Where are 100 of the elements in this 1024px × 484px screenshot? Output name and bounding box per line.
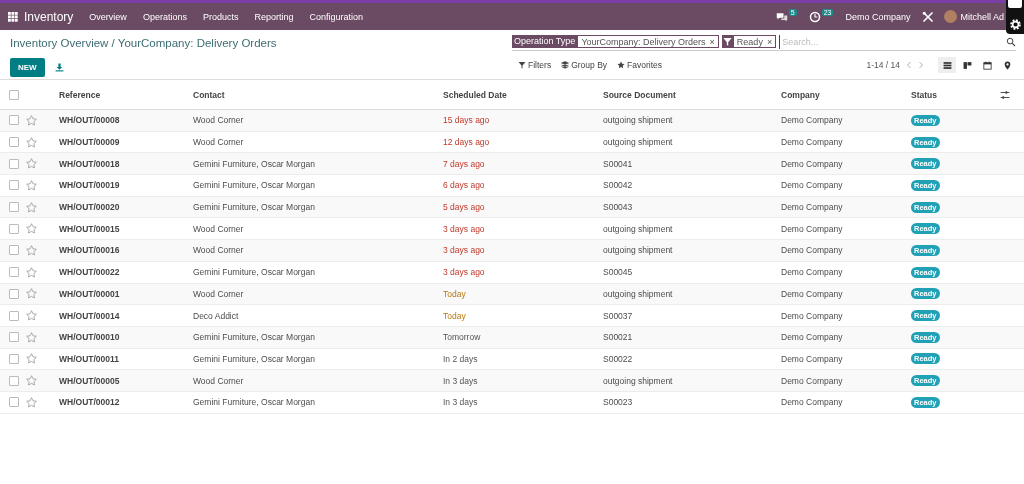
download-icon[interactable]: [54, 63, 64, 72]
table-cell-text: Gemini Furniture, Oscar Morgan: [193, 202, 316, 213]
row-checkbox[interactable]: [9, 267, 19, 278]
table-cell-text: outgoing shipment: [603, 137, 674, 148]
search-facet[interactable]: YourCompany: Delivery Orders ×: [577, 35, 719, 48]
floating-widget[interactable]: [1006, 0, 1024, 34]
menu-item[interactable]: Products: [202, 11, 239, 22]
column-settings-icon[interactable]: [1000, 89, 1010, 100]
table-cell-text: WH/OUT/00011: [59, 353, 120, 364]
table-cell-text: S00043: [603, 202, 634, 213]
table-cell-text: outgoing shipment: [603, 245, 674, 256]
star-icon[interactable]: [26, 331, 37, 343]
kanban-icon: [962, 60, 972, 70]
column-header[interactable]: Status: [911, 89, 1000, 100]
remove-facet-button[interactable]: ×: [709, 36, 715, 47]
table-cell-text: outgoing shipment: [603, 375, 674, 386]
table-cell-text: S00042: [603, 180, 634, 191]
column-header[interactable]: Contact: [193, 89, 443, 100]
table-cell-text: WH/OUT/00014: [59, 310, 121, 321]
table-cell-text: Deco Addict: [193, 310, 240, 321]
table-cell-text: Gemini Furniture, Oscar Morgan: [193, 397, 316, 408]
view-switch-button[interactable]: [938, 57, 956, 73]
star-icon[interactable]: [26, 266, 37, 278]
table-cell-text: Demo Company: [781, 137, 844, 148]
app-name[interactable]: Inventory: [24, 9, 74, 24]
company-switcher[interactable]: Demo Company: [845, 11, 911, 22]
row-checkbox[interactable]: [9, 375, 19, 386]
list-icon: [942, 60, 952, 70]
table-cell-text: outgoing shipment: [603, 115, 674, 126]
column-header[interactable]: Company: [781, 89, 911, 100]
tools-icon[interactable]: [922, 10, 935, 23]
row-checkbox[interactable]: [9, 115, 19, 126]
row-checkbox[interactable]: [9, 223, 19, 234]
apps-menu-icon[interactable]: [8, 11, 18, 22]
previous-icon[interactable]: [906, 61, 912, 69]
menu-item[interactable]: Configuration: [309, 11, 363, 22]
toolbar-filters-button[interactable]: Filters: [518, 60, 552, 70]
star-icon[interactable]: [26, 179, 37, 191]
table-cell-text: outgoing shipment: [603, 288, 674, 299]
star-icon[interactable]: [26, 201, 37, 213]
table-cell-text: S00037: [603, 310, 634, 321]
facet-value: YourCompany: Delivery Orders: [581, 36, 706, 47]
menu-item[interactable]: Overview: [89, 11, 127, 22]
table-cell: 3 days ago: [443, 245, 485, 256]
row-checkbox[interactable]: [9, 202, 19, 213]
table-cell-text: Gemini Furniture, Oscar Morgan: [193, 353, 316, 364]
table-cell-text: Demo Company: [781, 310, 844, 321]
user-avatar[interactable]: [944, 10, 958, 23]
column-header[interactable]: Source Document: [603, 89, 781, 100]
table-cell-text: WH/OUT/00022: [59, 267, 121, 278]
star-icon[interactable]: [26, 353, 37, 365]
breadcrumb[interactable]: Inventory Overview / YourCompany: Delivery Orders: [10, 37, 277, 49]
column-header[interactable]: Scheduled Date: [443, 89, 603, 100]
table-cell: In 3 days: [443, 397, 478, 408]
remove-facet-button[interactable]: ×: [766, 36, 773, 47]
new-button[interactable]: NEW: [10, 58, 45, 77]
star-icon[interactable]: [26, 136, 37, 148]
row-checkbox[interactable]: [9, 288, 19, 299]
star-icon: [617, 61, 626, 69]
table-cell: 6 days ago: [443, 180, 485, 191]
clock-icon[interactable]: [808, 10, 821, 23]
user-name[interactable]: Mitchell Ad: [960, 11, 1004, 22]
pager-value[interactable]: 1-14 / 14: [866, 60, 900, 70]
map-pin-icon: [1002, 60, 1012, 70]
next-icon[interactable]: [918, 61, 924, 69]
search-icon[interactable]: [1006, 36, 1016, 47]
row-checkbox[interactable]: [9, 180, 19, 191]
row-checkbox[interactable]: [9, 245, 19, 256]
table-cell: 3 days ago: [443, 267, 485, 278]
row-checkbox[interactable]: [9, 332, 19, 343]
star-icon[interactable]: [26, 310, 37, 322]
star-icon[interactable]: [26, 223, 37, 235]
star-icon[interactable]: [26, 396, 37, 408]
table-cell: 7 days ago: [443, 158, 485, 169]
filter-icon: [518, 61, 526, 69]
toolbar-favorites-button[interactable]: Favorites: [617, 60, 662, 70]
star-icon[interactable]: [26, 158, 37, 170]
table-cell-text: Wood Corner: [193, 223, 245, 234]
search-facet[interactable]: Ready ×: [732, 35, 777, 48]
row-checkbox[interactable]: [9, 397, 19, 408]
row-checkbox[interactable]: [9, 137, 19, 148]
settings-icon[interactable]: [1008, 18, 1022, 31]
table-cell-text: WH/OUT/00009: [59, 137, 121, 148]
table-cell-text: WH/OUT/00018: [59, 158, 121, 169]
star-icon[interactable]: [26, 114, 37, 126]
table-cell-text: Wood Corner: [193, 375, 245, 386]
star-icon[interactable]: [26, 288, 37, 300]
table-cell-text: Wood Corner: [193, 288, 245, 299]
menu-item[interactable]: Reporting: [254, 11, 294, 22]
calendar-icon: [982, 60, 992, 70]
select-all-checkbox[interactable]: [9, 89, 19, 100]
row-checkbox[interactable]: [9, 158, 19, 169]
menu-item[interactable]: Operations: [142, 11, 187, 22]
column-header[interactable]: Reference: [59, 89, 193, 100]
row-checkbox[interactable]: [9, 353, 19, 364]
toolbar-group-by-button[interactable]: Group By: [561, 60, 608, 70]
row-checkbox[interactable]: [9, 310, 19, 321]
star-icon[interactable]: [26, 244, 37, 256]
star-icon[interactable]: [26, 375, 37, 387]
chat-icon[interactable]: [775, 10, 788, 23]
